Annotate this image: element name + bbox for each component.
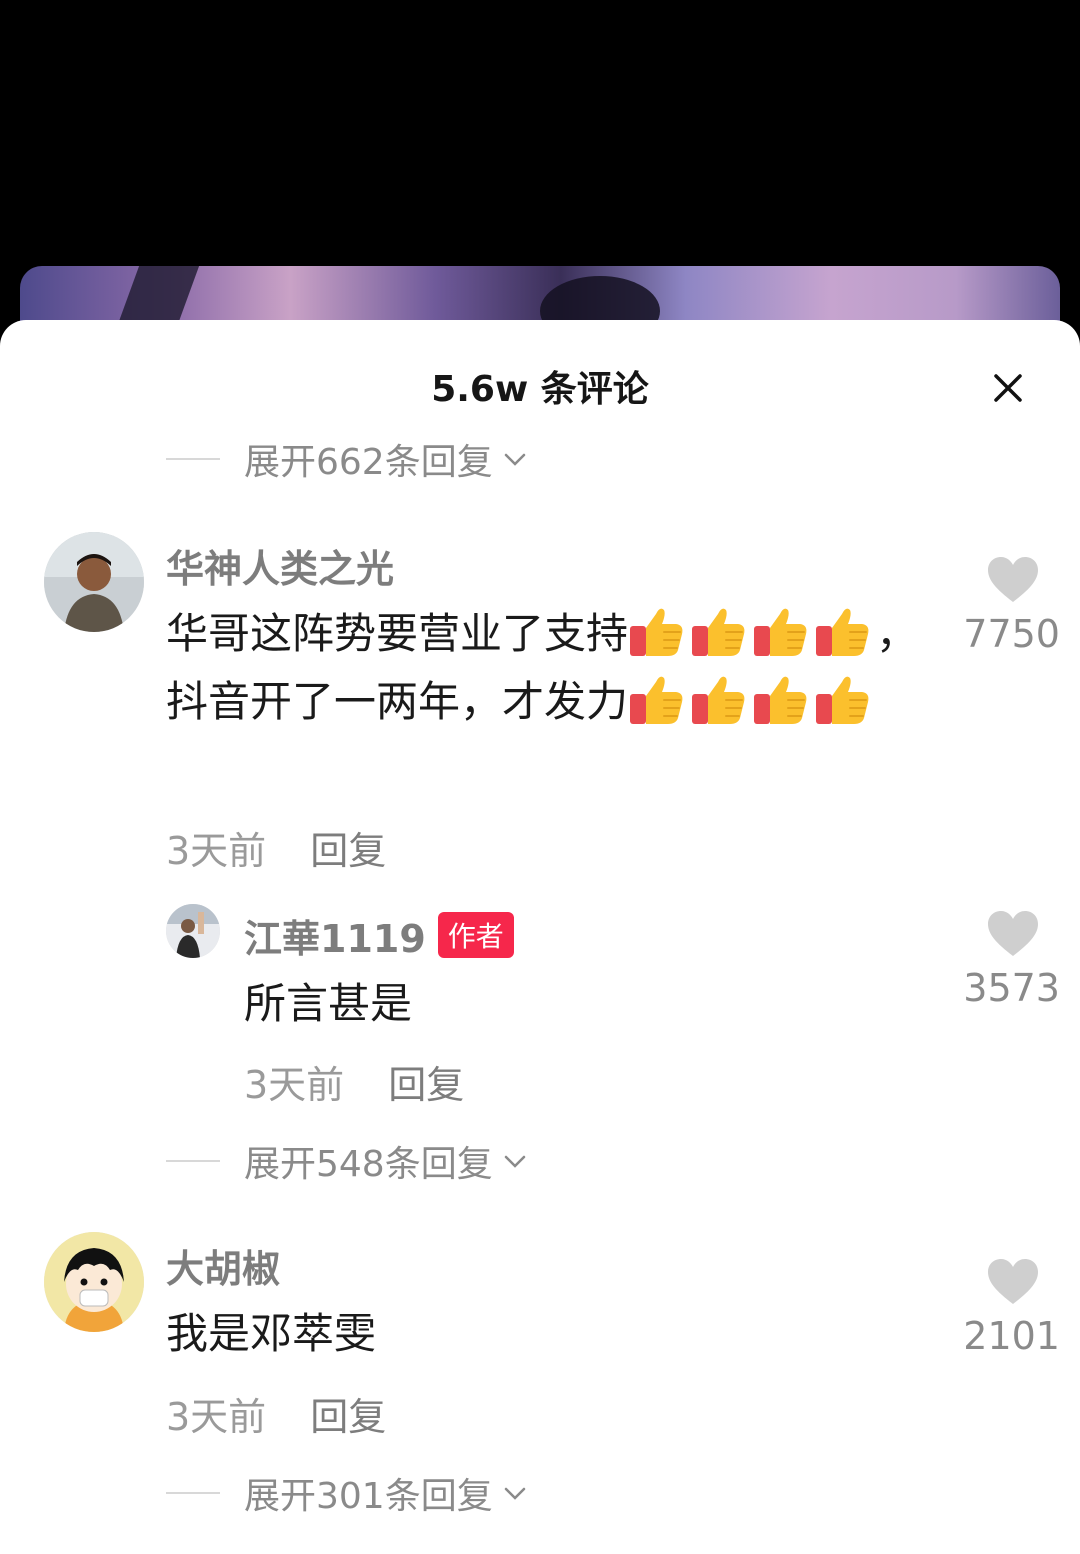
- thumbs-up-emoji: [816, 608, 869, 656]
- comment-meta: 3天前 回复: [166, 1386, 386, 1441]
- comment-text: 华哥这阵势要营业了支持 ，抖音开了一两年，才发力: [166, 600, 926, 736]
- avatar[interactable]: [166, 904, 220, 958]
- reply-username[interactable]: 江華1119 作者: [244, 908, 514, 963]
- comment-meta: 3天前 回复: [166, 820, 386, 875]
- like-count: 7750: [963, 612, 1060, 656]
- emoji-group: [814, 608, 876, 658]
- reply-time: 3天前: [244, 1063, 345, 1107]
- heart-icon[interactable]: [986, 1258, 1040, 1306]
- expand-replies-button[interactable]: 展开301条回复: [166, 1468, 529, 1518]
- expand-replies-label: 展开548条回复: [244, 1144, 493, 1185]
- reply-button[interactable]: 回复: [310, 1395, 386, 1439]
- reply-button[interactable]: 回复: [388, 1063, 464, 1107]
- like-count: 3573: [963, 966, 1060, 1010]
- thumbs-up-emoji: [630, 608, 683, 656]
- thumbs-up-emoji: [754, 676, 807, 724]
- comment-username[interactable]: 大胡椒: [166, 1238, 280, 1293]
- expand-replies-button[interactable]: 展开548条回复: [166, 1136, 529, 1186]
- comment-time: 3天前: [166, 1395, 267, 1439]
- heart-icon[interactable]: [986, 910, 1040, 958]
- like-count: 2101: [963, 1314, 1060, 1358]
- reply-username-text: 江華1119: [244, 917, 426, 961]
- chevron-down-icon: [504, 453, 525, 466]
- thumbs-up-emoji: [754, 608, 807, 656]
- chevron-down-icon: [504, 1155, 525, 1168]
- expand-replies-label: 展开662条回复: [244, 442, 493, 483]
- thumbs-up-emoji: [630, 676, 683, 724]
- comment-text: 我是邓萃雯: [166, 1309, 377, 1358]
- heart-icon[interactable]: [986, 556, 1040, 604]
- divider: [166, 458, 220, 460]
- author-badge: 作者: [437, 912, 514, 958]
- comment-username[interactable]: 华神人类之光: [166, 538, 394, 593]
- thumbs-up-emoji: [692, 676, 745, 724]
- reply-button[interactable]: 回复: [310, 829, 386, 873]
- reply-meta: 3天前 回复: [244, 1054, 464, 1109]
- close-icon[interactable]: [984, 364, 1032, 412]
- avatar[interactable]: [44, 1232, 144, 1332]
- expand-replies-button[interactable]: 展开662条回复: [166, 434, 529, 484]
- emoji-group: [628, 608, 814, 658]
- comments-panel: 5.6w 条评论 展开662条回复 华神人类之光 华哥这阵势要营业了支持 ，抖音开…: [0, 320, 1080, 1554]
- avatar[interactable]: [44, 532, 144, 632]
- reply-text: 所言甚是: [244, 979, 413, 1028]
- divider: [166, 1492, 220, 1494]
- comment-text-part: 华哥这阵势要营业了支持: [166, 609, 629, 658]
- chevron-down-icon: [504, 1487, 525, 1500]
- thumbs-up-emoji: [816, 676, 869, 724]
- emoji-group: [628, 676, 876, 726]
- comment-time: 3天前: [166, 829, 267, 873]
- expand-replies-label: 展开301条回复: [244, 1476, 493, 1517]
- comments-count-title: 5.6w 条评论: [431, 369, 649, 410]
- thumbs-up-emoji: [692, 608, 745, 656]
- divider: [166, 1160, 220, 1162]
